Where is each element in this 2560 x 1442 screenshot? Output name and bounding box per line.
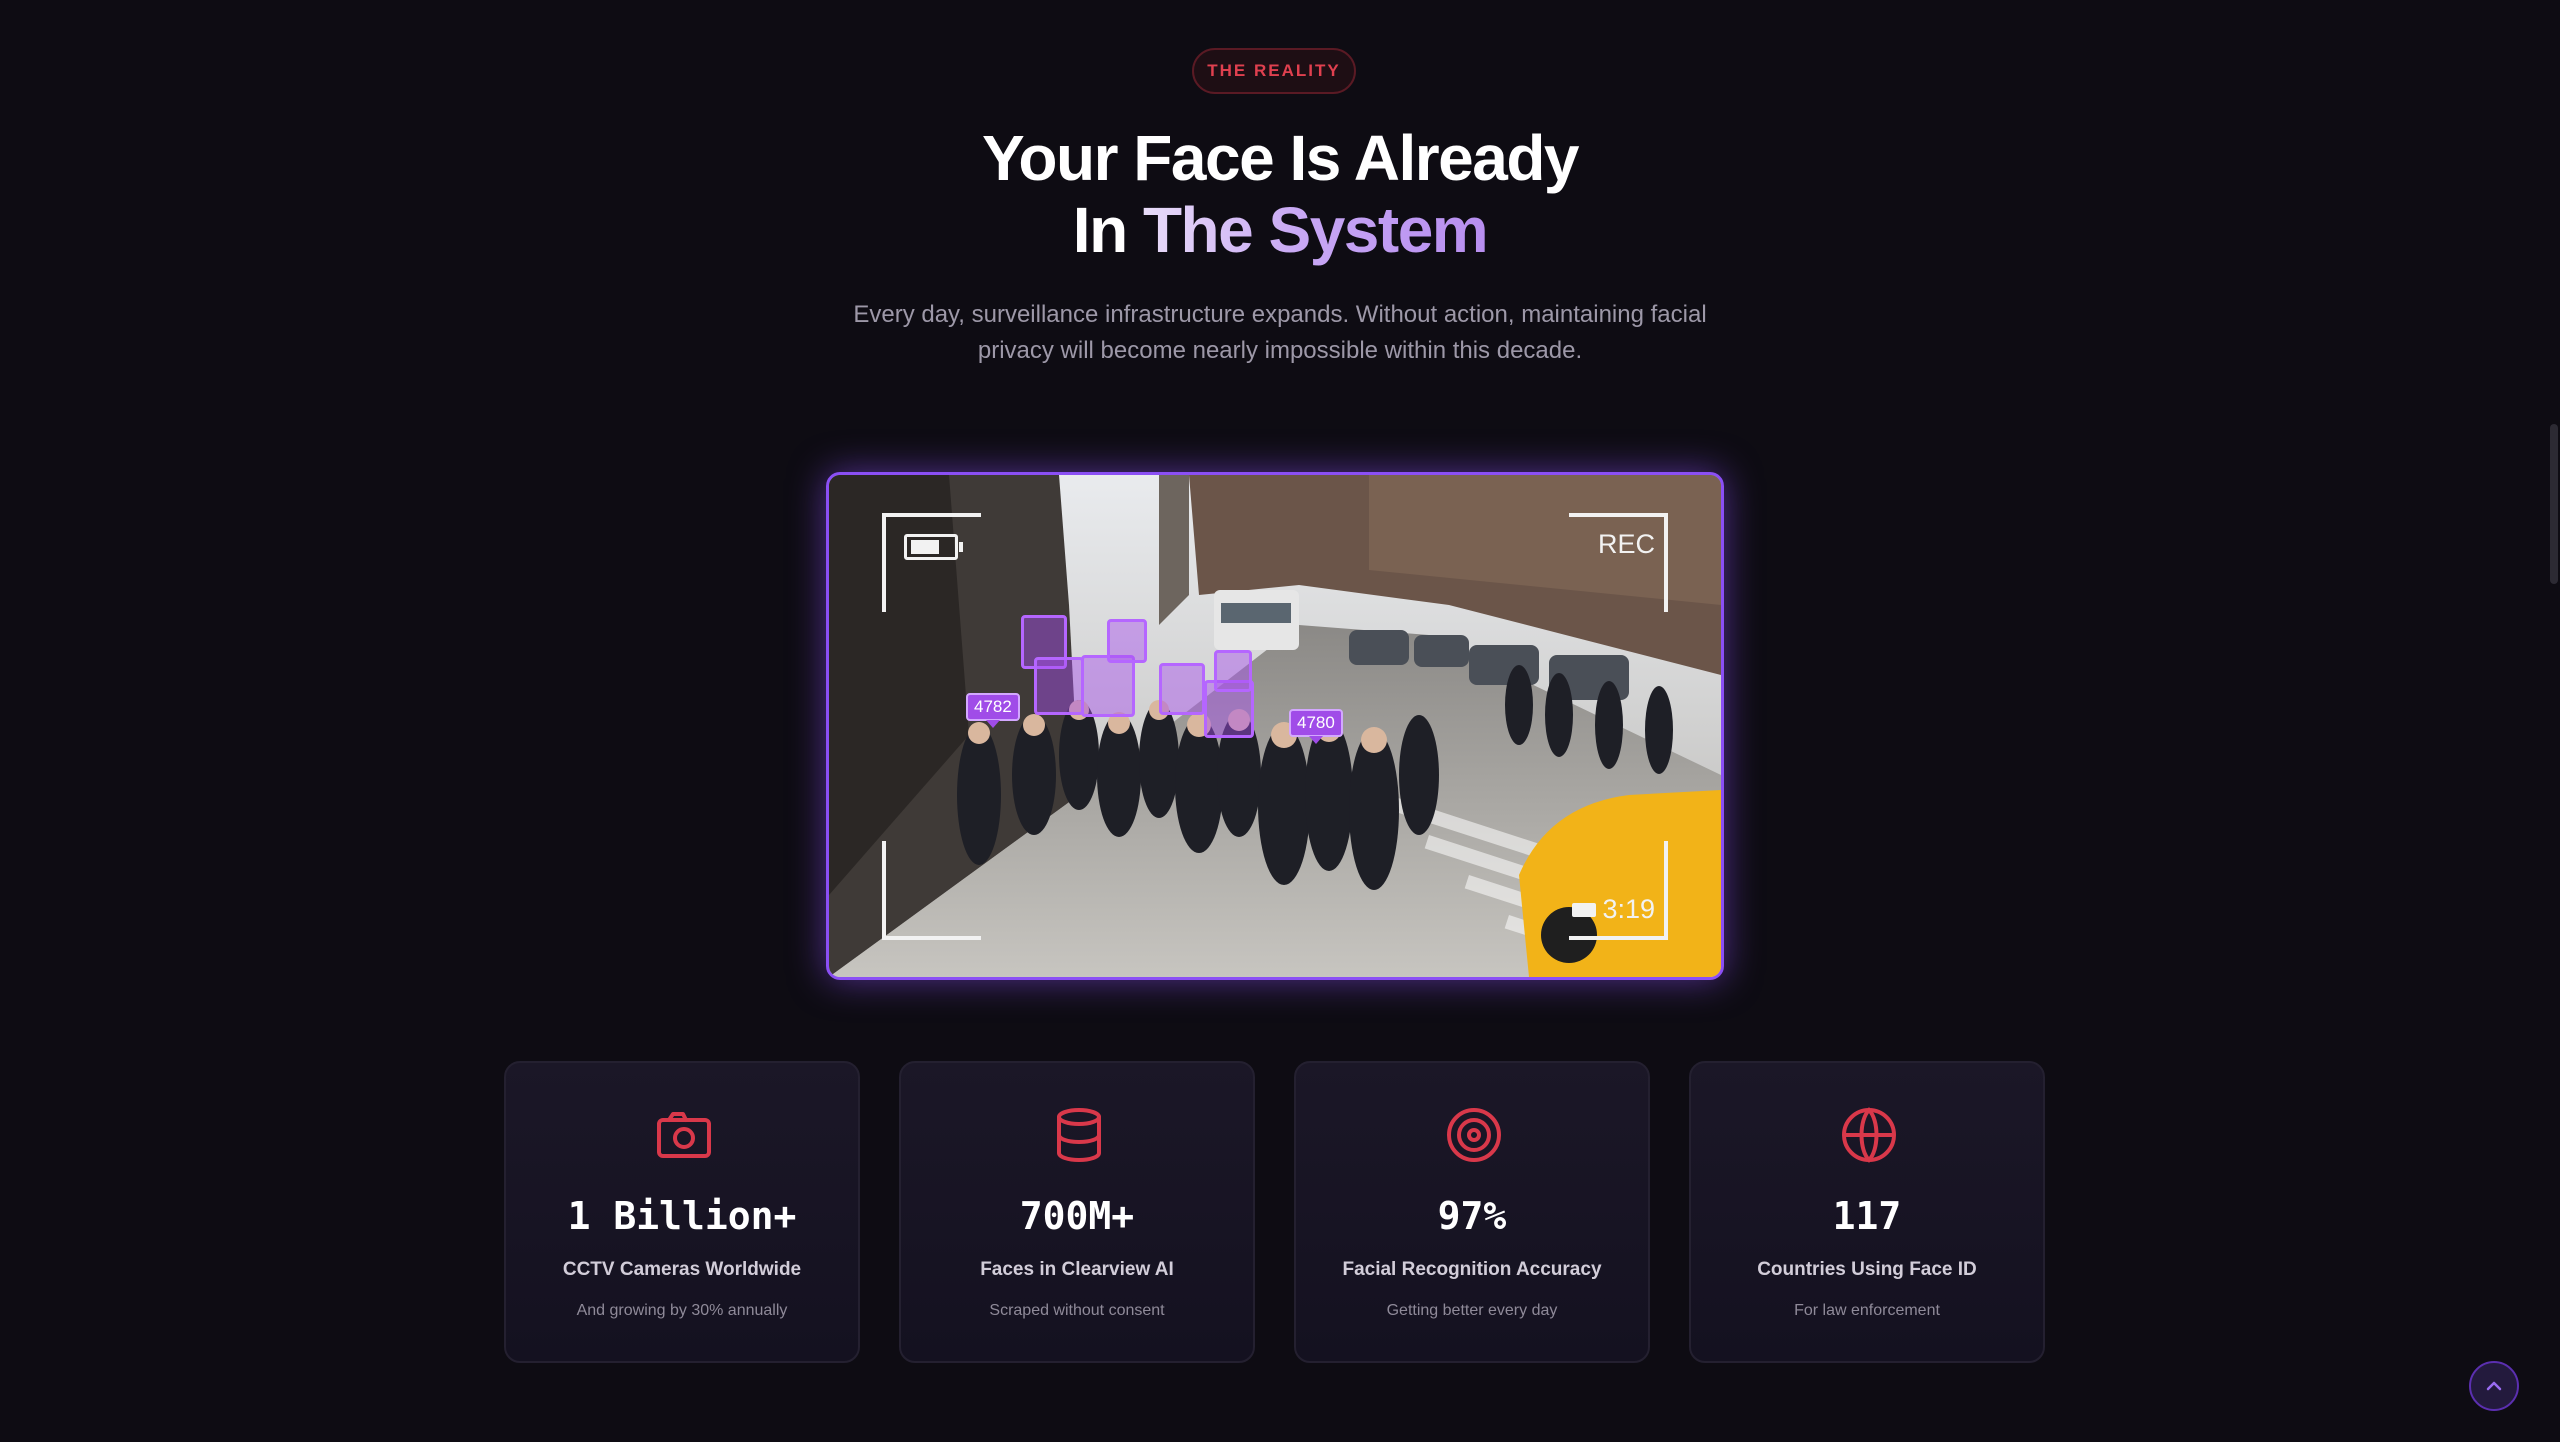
surveillance-video[interactable]: 4782 4780 REC 3:19 bbox=[826, 472, 1724, 980]
stat-card: 97% Facial Recognition Accuracy Getting … bbox=[1294, 1061, 1650, 1363]
stat-label: Countries Using Face ID bbox=[1757, 1259, 1977, 1280]
rec-indicator: REC bbox=[1597, 529, 1655, 559]
section-eyebrow-badge: THE REALITY bbox=[1192, 48, 1356, 94]
timecode: 3:19 bbox=[1572, 894, 1655, 925]
battery-small-icon bbox=[1572, 902, 1597, 917]
page-scrollbar[interactable] bbox=[2548, 0, 2560, 1442]
stat-note: Scraped without consent bbox=[989, 1302, 1165, 1319]
headline-line-2-prefix: In bbox=[1072, 194, 1143, 266]
headline-highlight: The System bbox=[1142, 194, 1489, 266]
database-icon bbox=[1057, 1108, 1101, 1162]
stat-note: Getting better every day bbox=[1386, 1302, 1558, 1319]
viewfinder-corner bbox=[882, 841, 981, 940]
stat-value: 1 Billion+ bbox=[567, 1194, 797, 1238]
face-detection-box bbox=[1034, 657, 1084, 715]
stat-value: 97% bbox=[1437, 1194, 1507, 1238]
stat-card: 1 Billion+ CCTV Cameras Worldwide And gr… bbox=[504, 1061, 860, 1363]
face-id-tag: 4780 bbox=[1289, 709, 1343, 744]
stat-note: For law enforcement bbox=[1794, 1302, 1940, 1319]
battery-icon bbox=[904, 534, 963, 560]
timecode-value: 3:19 bbox=[1602, 894, 1655, 924]
face-detection-box bbox=[1159, 663, 1205, 715]
stat-label: Facial Recognition Accuracy bbox=[1342, 1259, 1602, 1280]
stat-label: CCTV Cameras Worldwide bbox=[562, 1259, 802, 1280]
stats-grid: 1 Billion+ CCTV Cameras Worldwide And gr… bbox=[504, 1061, 2045, 1363]
stat-card: 700M+ Faces in Clearview AI Scraped with… bbox=[899, 1061, 1255, 1363]
stat-value: 700M+ bbox=[1019, 1194, 1135, 1238]
face-detection-box bbox=[1214, 650, 1252, 692]
viewfinder-corner bbox=[882, 513, 981, 612]
globe-icon bbox=[1842, 1107, 1896, 1163]
stat-value: 117 bbox=[1832, 1194, 1902, 1238]
reality-section: THE REALITY Your Face Is Already In The … bbox=[0, 0, 2560, 1442]
stat-label: Faces in Clearview AI bbox=[980, 1259, 1174, 1280]
camera-icon bbox=[657, 1112, 711, 1158]
headline-line-2: In The System bbox=[0, 194, 2560, 266]
face-id-tag: 4782 bbox=[966, 693, 1020, 728]
face-detection-box bbox=[1107, 619, 1147, 663]
viewfinder-corner bbox=[1569, 513, 1668, 612]
stat-note: And growing by 30% annually bbox=[576, 1302, 788, 1319]
chevron-up-icon bbox=[2486, 1381, 2502, 1391]
face-detection-box bbox=[1081, 655, 1135, 717]
stat-card: 117 Countries Using Face ID For law enfo… bbox=[1689, 1061, 2045, 1363]
section-headline: Your Face Is Already In The System bbox=[0, 122, 2560, 266]
section-subtitle: Every day, surveillance infrastructure e… bbox=[853, 301, 1707, 364]
target-icon bbox=[1447, 1108, 1501, 1162]
back-to-top-button[interactable] bbox=[2469, 1361, 2519, 1411]
scrollbar-thumb[interactable] bbox=[2550, 424, 2558, 584]
viewfinder-corner bbox=[1569, 841, 1668, 940]
headline-line-1: Your Face Is Already bbox=[981, 122, 1580, 194]
